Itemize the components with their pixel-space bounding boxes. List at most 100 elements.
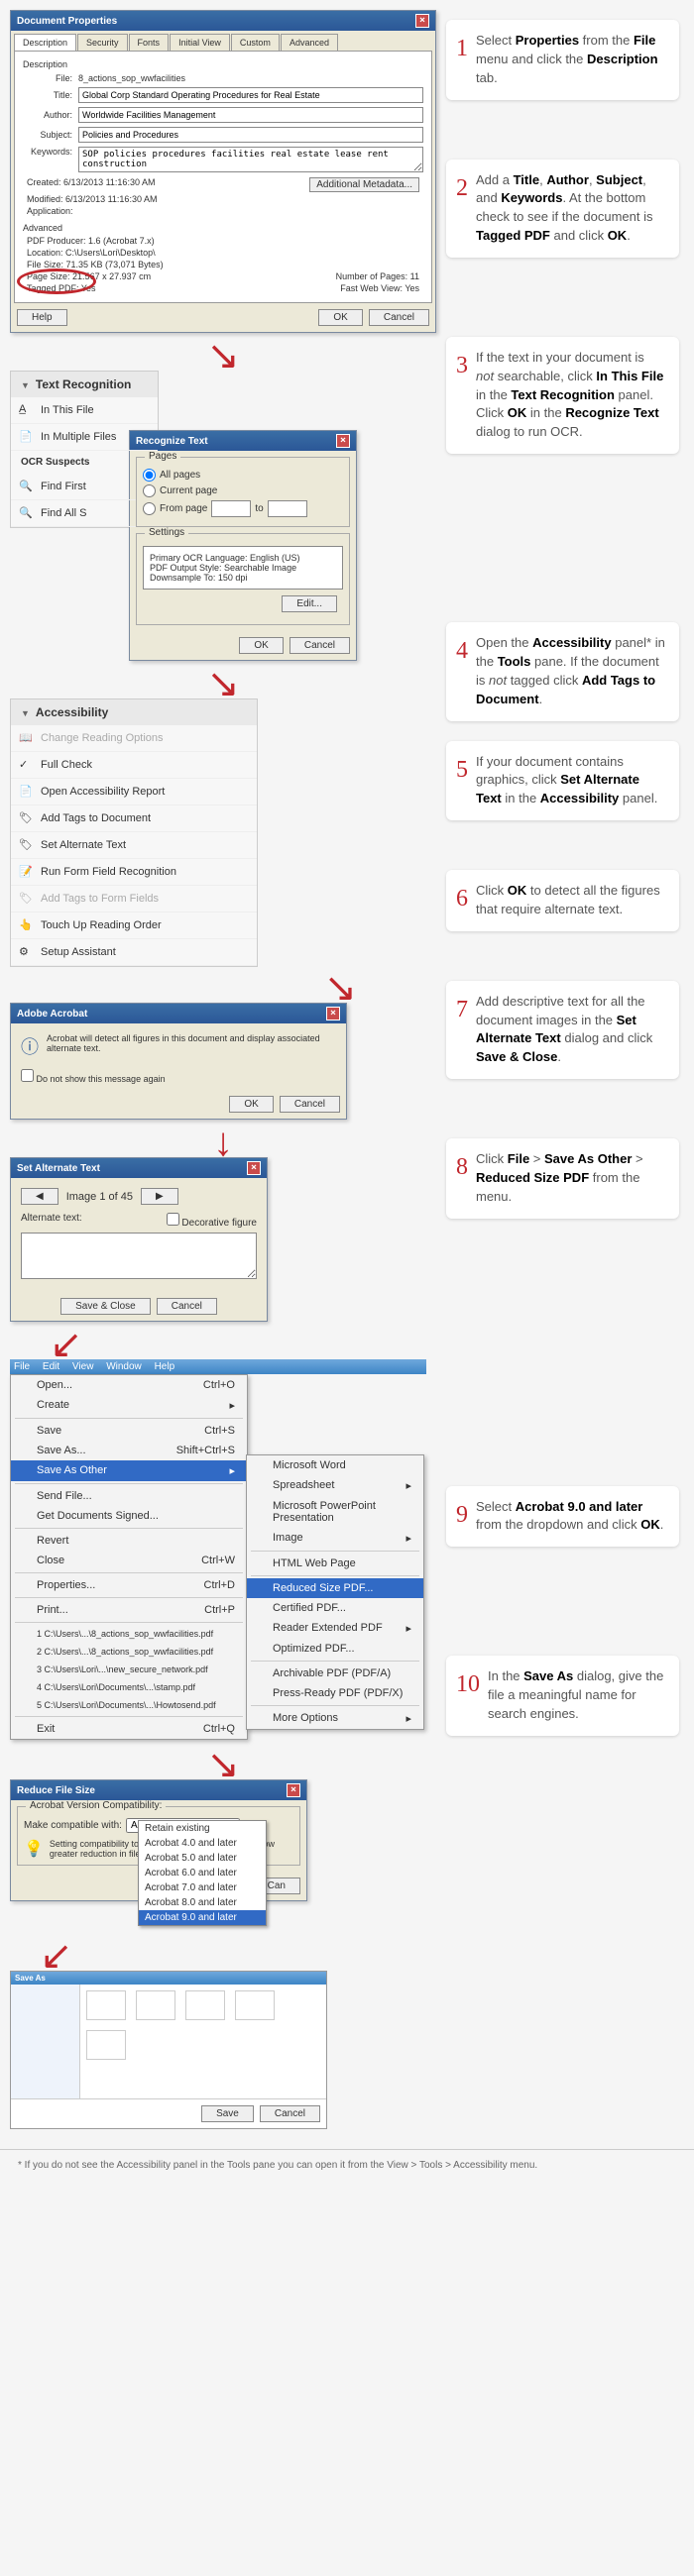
submenu-archivable[interactable]: Archivable PDF (PDF/A) [247, 1664, 423, 1683]
prev-image-button[interactable]: ◀ [21, 1188, 58, 1205]
keywords-input[interactable]: SOP policies procedures facilities real … [78, 147, 423, 172]
edit-menu-button[interactable]: Edit [43, 1361, 59, 1372]
menu-revert[interactable]: Revert [11, 1531, 247, 1551]
option-5[interactable]: Acrobat 5.0 and later [139, 1851, 266, 1866]
menu-properties[interactable]: Properties...Ctrl+D [11, 1575, 247, 1595]
accessibility-item[interactable]: ⚙Setup Assistant [11, 939, 257, 966]
menu-create[interactable]: Create▸ [11, 1395, 247, 1416]
accessibility-item[interactable]: 👆Touch Up Reading Order [11, 912, 257, 939]
tab-description[interactable]: Description [14, 34, 76, 51]
submenu-reduced-size[interactable]: Reduced Size PDF... [247, 1578, 423, 1598]
help-menu-button[interactable]: Help [155, 1361, 175, 1372]
submenu-html[interactable]: HTML Web Page [247, 1554, 423, 1573]
filesize-value: 71.35 KB (73,071 Bytes) [66, 260, 164, 269]
submenu-image[interactable]: Image▸ [247, 1528, 423, 1549]
accessibility-item[interactable]: 🏷Set Alternate Text [11, 832, 257, 859]
menu-exit[interactable]: ExitCtrl+Q [11, 1719, 247, 1739]
tab-initial-view[interactable]: Initial View [170, 34, 230, 51]
additional-metadata-button[interactable]: Additional Metadata... [309, 177, 419, 192]
option-8[interactable]: Acrobat 8.0 and later [139, 1895, 266, 1910]
in-multiple-files-item[interactable]: 📄In Multiple Files [11, 424, 158, 451]
file-icon[interactable] [235, 1990, 275, 2020]
view-menu-button[interactable]: View [72, 1361, 94, 1372]
option-6[interactable]: Acrobat 6.0 and later [139, 1866, 266, 1880]
file-icon[interactable] [86, 2030, 126, 2060]
menu-recent-4[interactable]: 4 C:\Users\Lori\Documents\...\stamp.pdf [11, 1678, 247, 1696]
close-icon[interactable]: × [336, 434, 350, 448]
accessibility-item[interactable]: ✓Full Check [11, 752, 257, 779]
menu-recent-2[interactable]: 2 C:\Users\...\8_actions_sop_wwfacilitie… [11, 1643, 247, 1661]
window-menu-button[interactable]: Window [106, 1361, 142, 1372]
submenu-optimized[interactable]: Optimized PDF... [247, 1639, 423, 1659]
accessibility-item[interactable]: 🏷Add Tags to Document [11, 805, 257, 832]
close-icon[interactable]: × [247, 1161, 261, 1175]
all-pages-radio[interactable] [143, 469, 156, 482]
close-icon[interactable]: × [287, 1783, 300, 1797]
file-list[interactable] [80, 1985, 326, 2098]
menu-get-signed[interactable]: Get Documents Signed... [11, 1506, 247, 1526]
do-not-show-checkbox[interactable] [21, 1069, 34, 1082]
next-image-button[interactable]: ▶ [141, 1188, 178, 1205]
submenu-ppt[interactable]: Microsoft PowerPoint Presentation [247, 1496, 423, 1528]
tab-advanced[interactable]: Advanced [281, 34, 338, 51]
option-9[interactable]: Acrobat 9.0 and later [139, 1910, 266, 1925]
menu-print[interactable]: Print...Ctrl+P [11, 1600, 247, 1620]
menu-save-as-other[interactable]: Save As Other▸ [11, 1460, 247, 1481]
submenu-certified[interactable]: Certified PDF... [247, 1598, 423, 1618]
in-this-file-item[interactable]: A̲In This File [11, 397, 158, 424]
cancel-button[interactable]: Cancel [260, 2105, 320, 2122]
menu-open[interactable]: Open...Ctrl+O [11, 1375, 247, 1395]
accessibility-item[interactable]: 📄Open Accessibility Report [11, 779, 257, 805]
to-input[interactable] [268, 500, 307, 517]
save-close-button[interactable]: Save & Close [60, 1298, 151, 1315]
option-7[interactable]: Acrobat 7.0 and later [139, 1880, 266, 1895]
edit-button[interactable]: Edit... [282, 595, 337, 612]
cancel-button[interactable]: Cancel [280, 1096, 340, 1113]
help-button[interactable]: Help [17, 309, 67, 326]
subject-input[interactable] [78, 127, 423, 143]
author-input[interactable] [78, 107, 423, 123]
ok-button[interactable]: OK [318, 309, 362, 326]
menu-recent-1[interactable]: 1 C:\Users\...\8_actions_sop_wwfacilitie… [11, 1625, 247, 1643]
cancel-button[interactable]: Cancel [369, 309, 429, 326]
alt-text-input[interactable] [21, 1233, 257, 1279]
titlebar: Document Properties × [11, 11, 435, 31]
close-icon[interactable]: × [415, 14, 429, 28]
close-icon[interactable]: × [326, 1007, 340, 1020]
file-icon[interactable] [86, 1990, 126, 2020]
submenu-spreadsheet[interactable]: Spreadsheet▸ [247, 1475, 423, 1496]
menu-send-file[interactable]: Send File... [11, 1486, 247, 1506]
compat-dropdown-list[interactable]: Retain existing Acrobat 4.0 and later Ac… [138, 1820, 267, 1926]
title-input[interactable] [78, 87, 423, 103]
tab-security[interactable]: Security [77, 34, 128, 51]
submenu-press-ready[interactable]: Press-Ready PDF (PDF/X) [247, 1683, 423, 1703]
menu-save-as[interactable]: Save As...Shift+Ctrl+S [11, 1441, 247, 1460]
menu-recent-3[interactable]: 3 C:\Users\Lori\...\new_secure_network.p… [11, 1661, 247, 1678]
submenu-reader-extended[interactable]: Reader Extended PDF▸ [247, 1618, 423, 1639]
save-button[interactable]: Save [201, 2105, 254, 2122]
menu-close[interactable]: CloseCtrl+W [11, 1551, 247, 1570]
accessibility-item[interactable]: 📝Run Form Field Recognition [11, 859, 257, 886]
decorative-checkbox[interactable] [167, 1213, 179, 1226]
cancel-button[interactable]: Cancel [289, 637, 350, 654]
menu-save[interactable]: SaveCtrl+S [11, 1421, 247, 1441]
file-menu-button[interactable]: File [14, 1361, 30, 1372]
from-input[interactable] [211, 500, 251, 517]
tab-custom[interactable]: Custom [231, 34, 280, 51]
from-page-radio[interactable] [143, 502, 156, 515]
tab-fonts[interactable]: Fonts [129, 34, 170, 51]
ok-button[interactable]: OK [239, 637, 283, 654]
option-retain[interactable]: Retain existing [139, 1821, 266, 1836]
option-4[interactable]: Acrobat 4.0 and later [139, 1836, 266, 1851]
ok-button[interactable]: OK [229, 1096, 273, 1113]
file-icon[interactable] [185, 1990, 225, 2020]
menu-recent-5[interactable]: 5 C:\Users\Lori\Documents\...\Howtosend.… [11, 1696, 247, 1714]
save-as-dialog: Save As SaveCancel [10, 1971, 327, 2129]
current-page-radio[interactable] [143, 484, 156, 497]
places-sidebar[interactable] [11, 1985, 80, 2098]
submenu-word[interactable]: Microsoft Word [247, 1455, 423, 1475]
submenu-more-options[interactable]: More Options▸ [247, 1708, 423, 1729]
panel-header[interactable]: Text Recognition [11, 372, 158, 397]
file-icon[interactable] [136, 1990, 175, 2020]
cancel-button[interactable]: Cancel [157, 1298, 217, 1315]
